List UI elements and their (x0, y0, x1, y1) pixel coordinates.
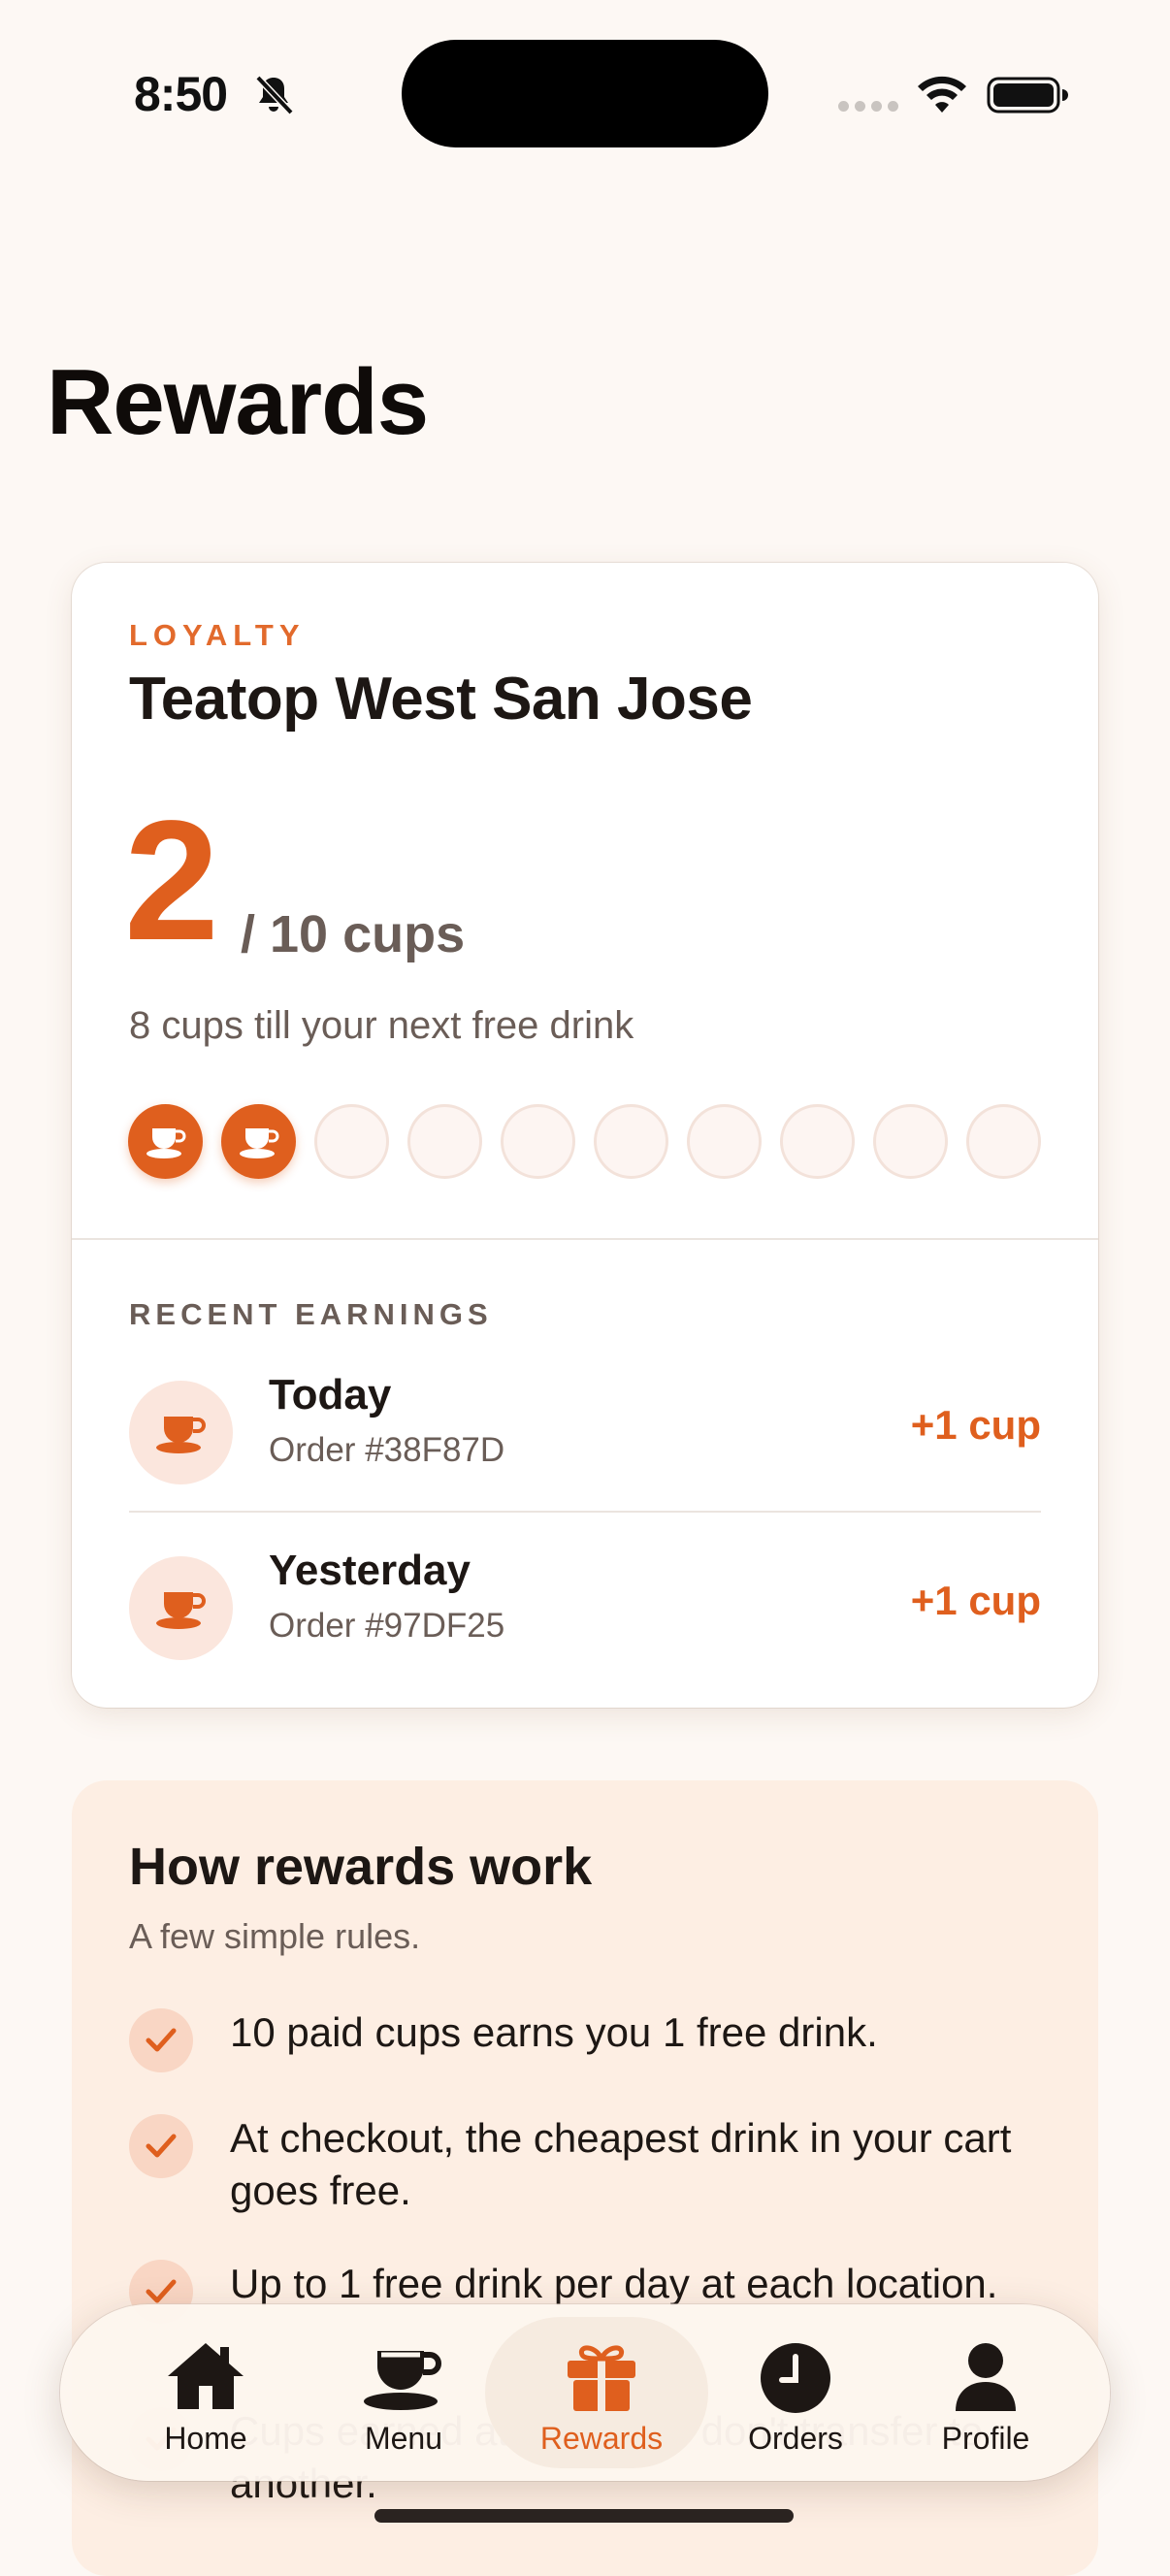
earning-order: Order #38F87D (269, 1431, 505, 1469)
stamp-empty (687, 1104, 762, 1179)
tab-label: Orders (748, 2421, 843, 2456)
home-indicator (374, 2509, 794, 2523)
how-rewards-title: How rewards work (129, 1838, 593, 1896)
cup-badge (129, 1556, 233, 1660)
person-icon (956, 2343, 1016, 2411)
cup-icon (239, 1127, 278, 1158)
cup-icon (155, 1591, 206, 1629)
clock-icon (761, 2343, 830, 2413)
tab-rewards[interactable]: Rewards (485, 2304, 708, 2481)
cups-remaining-text: 8 cups till your next free drink (129, 1004, 634, 1047)
checkmark-icon (146, 2279, 177, 2303)
bell-slash-icon (255, 75, 294, 115)
check-badge (129, 2008, 193, 2072)
checkmark-icon (146, 2028, 177, 2052)
wifi-icon (918, 76, 966, 113)
gift-icon (568, 2345, 635, 2411)
cellular-signal-icon (838, 101, 898, 112)
rule-text: 10 paid cups earns you 1 free drink. (230, 2009, 878, 2055)
cups-count: 2 (124, 786, 219, 976)
stamp-empty (966, 1104, 1041, 1179)
cup-badge (129, 1381, 233, 1484)
stamp-empty (780, 1104, 855, 1179)
check-badge (129, 2114, 193, 2178)
tab-profile[interactable]: Profile (881, 2304, 1090, 2481)
status-time: 8:50 (134, 67, 228, 121)
cup-icon (364, 2351, 441, 2410)
tab-label: Menu (364, 2421, 443, 2456)
stamp-empty (501, 1104, 575, 1179)
row-divider (129, 1511, 1041, 1513)
dynamic-island (402, 40, 768, 147)
page-title: Rewards (47, 350, 429, 454)
rule-text: At checkout, the cheapest drink in your … (230, 2115, 1012, 2213)
cup-icon (155, 1416, 206, 1453)
checkmark-icon (146, 2134, 177, 2158)
stamp-empty (407, 1104, 482, 1179)
home-icon (168, 2343, 244, 2409)
tab-label: Profile (941, 2421, 1030, 2456)
earning-row: Today Order #38F87D +1 cup (129, 1371, 1041, 1487)
stamp-tracker (128, 1104, 1041, 1179)
earning-points: +1 cup (910, 1402, 1041, 1448)
how-rewards-subtitle: A few simple rules. (129, 1916, 421, 1956)
stamp-filled (221, 1104, 296, 1179)
battery-icon (987, 77, 1068, 114)
earning-order: Order #97DF25 (269, 1607, 505, 1645)
store-name: Teatop West San Jose (129, 666, 753, 733)
tab-label: Home (164, 2421, 247, 2456)
loyalty-card: LOYALTY Teatop West San Jose 2 / 10 cups… (72, 563, 1098, 1708)
stamp-filled (128, 1104, 203, 1179)
tab-label: Rewards (539, 2421, 664, 2456)
cup-icon (146, 1127, 185, 1158)
stamp-empty (594, 1104, 668, 1179)
earning-date: Today (269, 1371, 392, 1418)
card-divider (72, 1238, 1098, 1240)
recent-earnings-label: RECENT EARNINGS (129, 1297, 493, 1331)
tab-orders[interactable]: Orders (691, 2304, 900, 2481)
cups-total: / 10 cups (241, 905, 466, 963)
loyalty-eyebrow: LOYALTY (129, 618, 306, 652)
tab-home[interactable]: Home (101, 2304, 310, 2481)
earning-date: Yesterday (269, 1547, 471, 1594)
stamp-empty (314, 1104, 389, 1179)
stamp-empty (873, 1104, 948, 1179)
earning-row: Yesterday Order #97DF25 +1 cup (129, 1547, 1041, 1663)
rule-text: Up to 1 free drink per day at each locat… (230, 2261, 998, 2306)
tab-bar: Home Menu Rewards Orders Profile (60, 2304, 1110, 2481)
tab-menu[interactable]: Menu (299, 2304, 508, 2481)
earning-points: +1 cup (910, 1578, 1041, 1623)
